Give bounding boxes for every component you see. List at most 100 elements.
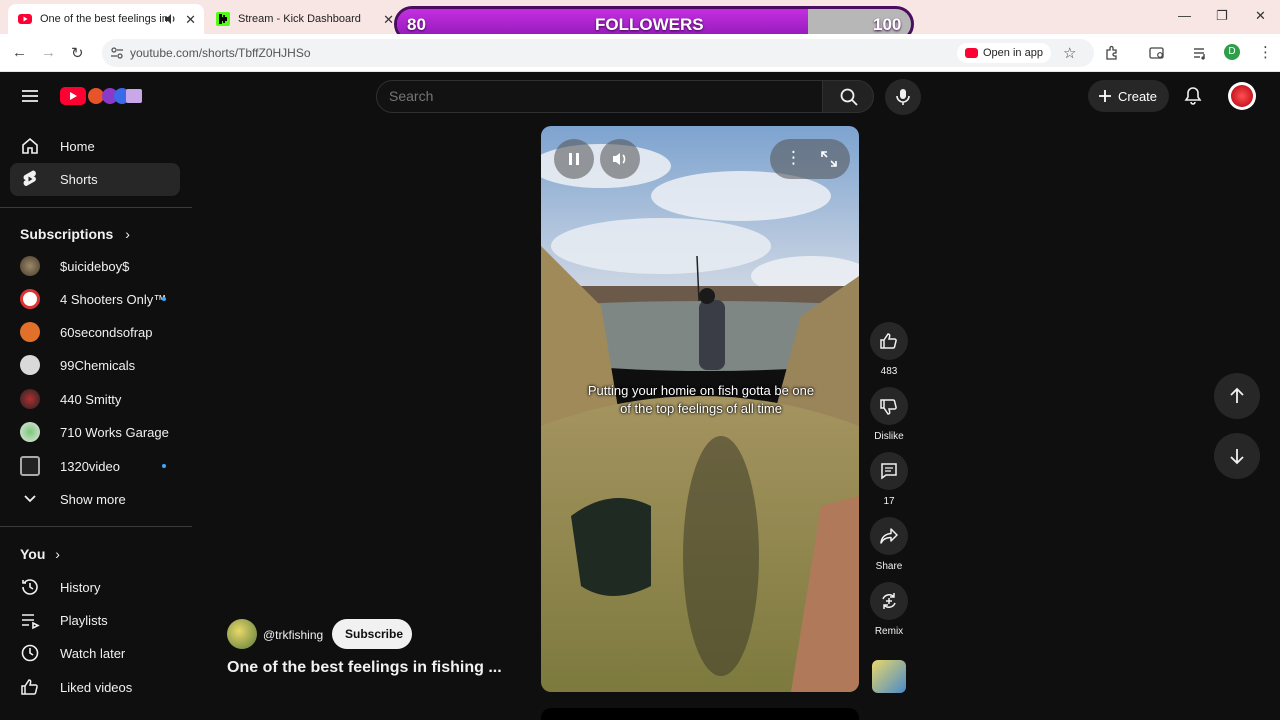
search-input[interactable]: [389, 88, 789, 104]
home-icon: [22, 137, 38, 154]
subscribe-button[interactable]: Subscribe: [332, 619, 412, 649]
sidebar-item-label: 99Chemicals: [60, 358, 136, 373]
channel-avatar[interactable]: [227, 619, 257, 649]
sidebar-item-history[interactable]: History: [10, 571, 180, 604]
sidebar-item-shorts[interactable]: Shorts: [10, 163, 180, 196]
minimize-icon[interactable]: —: [1178, 8, 1191, 23]
share-icon: [880, 528, 898, 544]
sidebar-item-subscription[interactable]: 710 Works Garage: [10, 416, 180, 449]
like-button[interactable]: [870, 322, 908, 360]
sidebar-item-subscription[interactable]: 1320video: [10, 450, 180, 483]
thumbs-up-icon: [880, 333, 897, 349]
next-short-button[interactable]: [1214, 433, 1260, 479]
shorts-icon: [23, 170, 36, 186]
sidebar-item-subscription[interactable]: $uicideboy$: [10, 250, 180, 283]
site-settings-icon[interactable]: [110, 46, 124, 60]
media-controls-icon[interactable]: [1193, 45, 1209, 61]
sidebar-item-liked-videos[interactable]: Liked videos: [10, 671, 180, 704]
tab-kick-dashboard[interactable]: Stream - Kick Dashboard ✕: [206, 4, 402, 34]
tab-close-icon[interactable]: ✕: [185, 12, 196, 28]
microphone-icon: [896, 89, 910, 105]
comment-count: 17: [883, 496, 895, 507]
short-video-player[interactable]: ⋮ Putting your homie on fish gotta be on…: [541, 126, 859, 692]
subscribe-label: Subscribe: [345, 627, 404, 641]
tab-close-icon[interactable]: ✕: [383, 12, 394, 28]
omnibox[interactable]: youtube.com/shorts/TbffZ0HJHSo Open in a…: [102, 39, 1094, 67]
show-more-label: Show more: [60, 492, 126, 507]
youtube-header: Create: [0, 72, 1280, 120]
arrow-down-icon: [1230, 449, 1244, 465]
youtube-logo-icon: [60, 87, 142, 105]
voice-search-button[interactable]: [885, 79, 921, 115]
open-in-app-button[interactable]: Open in app: [957, 43, 1051, 63]
youtube-app-icon: [965, 48, 978, 58]
sidebar-item-label: 710 Works Garage: [60, 425, 169, 440]
restore-icon[interactable]: ❐: [1216, 8, 1228, 24]
browser-menu-icon[interactable]: ⋮: [1258, 43, 1273, 61]
close-window-icon[interactable]: ✕: [1255, 8, 1266, 24]
channel-avatar: [20, 355, 40, 375]
sidebar-item-label: History: [60, 580, 101, 595]
channel-name[interactable]: @trkfishing: [263, 628, 323, 642]
reload-icon[interactable]: ↻: [71, 44, 84, 62]
short-title[interactable]: One of the best feelings in fishing ...: [227, 659, 502, 677]
sidebar-item-subscription[interactable]: 440 Smitty: [10, 383, 180, 416]
followers-label: FOLLOWERS: [595, 15, 704, 34]
comments-action[interactable]: 17: [869, 452, 909, 507]
share-label: Share: [875, 561, 903, 572]
forward-icon[interactable]: →: [41, 44, 56, 61]
video-more-button[interactable]: ⋮: [770, 139, 810, 179]
sidebar-item-label: Playlists: [60, 613, 108, 628]
profile-avatar[interactable]: D: [1224, 44, 1240, 60]
open-in-app-label: Open in app: [983, 47, 1043, 59]
browser-address-bar: ← → ↻ youtube.com/shorts/TbffZ0HJHSo Ope…: [0, 34, 1280, 72]
search-box[interactable]: [376, 80, 823, 113]
remix-action[interactable]: Remix: [869, 582, 909, 637]
pause-button[interactable]: [554, 139, 594, 179]
sidebar-item-subscription[interactable]: 99Chemicals: [10, 349, 180, 382]
plus-icon: [1099, 90, 1111, 102]
dislike-button[interactable]: [870, 387, 908, 425]
kick-favicon-icon: [216, 12, 230, 26]
account-avatar[interactable]: [1228, 82, 1256, 110]
subscriptions-heading[interactable]: Subscriptions ›: [20, 226, 130, 242]
comments-button[interactable]: [870, 452, 908, 490]
tab-search-icon[interactable]: [1149, 45, 1165, 61]
sidebar-item-subscription[interactable]: 60secondsofrap: [10, 316, 180, 349]
dislike-action[interactable]: Dislike: [869, 387, 909, 442]
liked-videos-icon: [21, 679, 38, 695]
channel-avatar: [20, 456, 40, 476]
share-button[interactable]: [870, 517, 908, 555]
fullscreen-button[interactable]: [810, 139, 850, 179]
sidebar-item-subscription[interactable]: 4 Shooters Only™: [10, 283, 180, 316]
you-heading[interactable]: You ›: [20, 546, 60, 562]
share-action[interactable]: Share: [869, 517, 909, 572]
search-button[interactable]: [822, 80, 874, 113]
channel-avatar: [20, 289, 40, 309]
previous-short-button[interactable]: [1214, 373, 1260, 419]
tab-youtube[interactable]: One of the best feelings in f ✕: [8, 4, 204, 34]
sidebar-item-home[interactable]: Home: [10, 130, 180, 163]
notifications-bell-icon[interactable]: [1183, 86, 1203, 106]
sidebar-item-watch-later[interactable]: Watch later: [10, 637, 180, 670]
speaker-icon[interactable]: [164, 13, 176, 25]
like-action[interactable]: 483: [869, 322, 909, 377]
back-icon[interactable]: ←: [12, 44, 27, 61]
remix-button[interactable]: [870, 582, 908, 620]
sidebar-item-label: Shorts: [60, 172, 98, 187]
menu-icon[interactable]: [20, 86, 40, 106]
sidebar: Home Shorts Subscriptions › $uicideboy$ …: [0, 120, 192, 720]
show-more-button[interactable]: Show more: [10, 483, 180, 516]
sidebar-item-label: 60secondsofrap: [60, 325, 153, 340]
extensions-icon[interactable]: [1104, 45, 1120, 61]
create-button[interactable]: Create: [1088, 80, 1169, 112]
bookmark-star-icon[interactable]: ☆: [1063, 44, 1076, 62]
audio-track-thumbnail[interactable]: [872, 660, 906, 693]
sidebar-item-playlists[interactable]: Playlists: [10, 604, 180, 637]
chevron-down-icon: [24, 495, 36, 503]
sidebar-item-label: 1320video: [60, 459, 120, 474]
volume-icon: [613, 153, 626, 165]
sidebar-item-label: 440 Smitty: [60, 392, 122, 407]
volume-button[interactable]: [600, 139, 640, 179]
youtube-logo[interactable]: [60, 86, 144, 106]
